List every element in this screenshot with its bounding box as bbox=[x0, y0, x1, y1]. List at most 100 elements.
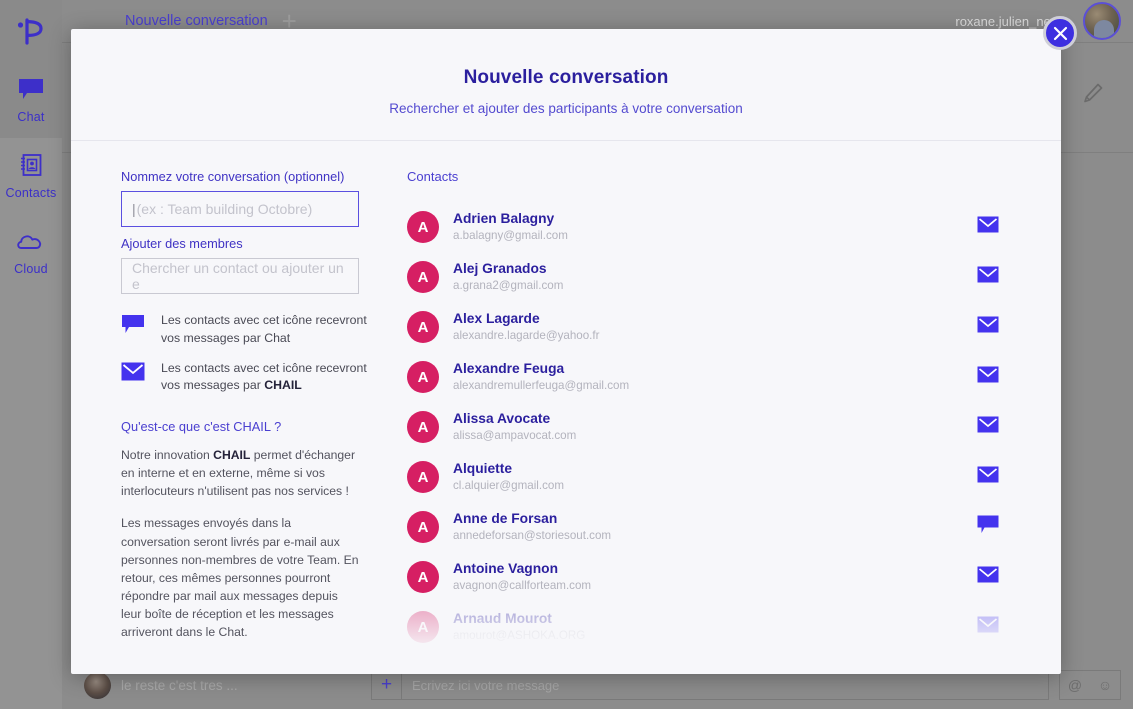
close-x-icon bbox=[1053, 26, 1067, 40]
mail-envelope-icon[interactable] bbox=[973, 466, 999, 488]
sidebar-item-contacts[interactable]: Contacts bbox=[0, 138, 62, 214]
sidebar-item-cloud[interactable]: Cloud bbox=[0, 214, 62, 290]
legend-text-chail-channel: CHAIL bbox=[264, 378, 302, 393]
contact-name: Alissa Avocate bbox=[453, 411, 551, 427]
contacts-label: Contacts bbox=[407, 169, 459, 184]
sidebar-item-label-contacts: Contacts bbox=[5, 186, 57, 200]
contact-name: Antoine Vagnon bbox=[453, 561, 559, 577]
contact-name: Anne de Forsan bbox=[453, 511, 558, 527]
contact-avatar: A bbox=[407, 211, 439, 243]
legend-text-chail: Les contacts avec cet icône recevront vo… bbox=[161, 360, 367, 396]
faq-p1-a: Notre innovation bbox=[121, 448, 214, 463]
contact-name: Alej Granados bbox=[453, 261, 547, 277]
cloud-icon bbox=[16, 226, 46, 256]
contact-email: a.grana2@gmail.com bbox=[453, 279, 564, 293]
contact-name: Alexandre Feuga bbox=[453, 361, 565, 377]
smiley-icon[interactable]: ☺ bbox=[1098, 677, 1112, 693]
page-title: Nouvelle conversation bbox=[463, 67, 669, 88]
contact-row[interactable]: A Alquiette cl.alquier@gmail.com bbox=[407, 452, 1013, 502]
search-contact-placeholder: Chercher un contact ou ajouter un e bbox=[132, 260, 344, 292]
contact-email: alexandre.lagarde@yahoo.fr bbox=[453, 329, 600, 343]
search-contact-input[interactable]: Chercher un contact ou ajouter un e bbox=[121, 258, 359, 294]
address-book-icon bbox=[18, 150, 44, 180]
at-icon[interactable]: @ bbox=[1068, 677, 1082, 693]
contact-row[interactable]: A Alex Lagarde alexandre.lagarde@yahoo.fr bbox=[407, 302, 1013, 352]
mail-envelope-icon[interactable] bbox=[973, 366, 999, 388]
mail-envelope-icon[interactable] bbox=[973, 416, 999, 438]
contact-email: a.balagny@gmail.com bbox=[453, 229, 568, 243]
contact-info: Adrien Balagny a.balagny@gmail.com bbox=[453, 210, 973, 244]
pencil-icon[interactable] bbox=[1081, 81, 1105, 110]
contact-info: Antoine Vagnon avagnon@callforteam.com bbox=[453, 560, 973, 594]
mail-envelope-icon bbox=[121, 360, 147, 386]
contact-row[interactable]: A Alej Granados a.grana2@gmail.com bbox=[407, 252, 1013, 302]
mail-envelope-icon[interactable] bbox=[973, 266, 999, 288]
contact-name: Alex Lagarde bbox=[453, 311, 540, 327]
message-input[interactable]: + Ecrivez ici votre message bbox=[371, 670, 1049, 700]
modal-header: Nouvelle conversation Rechercher et ajou… bbox=[71, 29, 1061, 141]
modal-subtitle: Rechercher et ajouter des participants à… bbox=[389, 101, 743, 116]
contact-info: Alex Lagarde alexandre.lagarde@yahoo.fr bbox=[453, 310, 973, 344]
contact-info: Alissa Avocate alissa@ampavocat.com bbox=[453, 410, 973, 444]
app-logo[interactable] bbox=[0, 0, 62, 62]
contact-avatar: A bbox=[407, 511, 439, 543]
contact-info: Alquiette cl.alquier@gmail.com bbox=[453, 460, 973, 494]
contact-info: Alexandre Feuga alexandremullerfeuga@gmai… bbox=[453, 360, 973, 394]
mail-envelope-icon[interactable] bbox=[973, 616, 999, 638]
new-conversation-modal: Nouvelle conversation Rechercher et ajou… bbox=[71, 29, 1061, 674]
contact-name: Alquiette bbox=[453, 461, 513, 477]
close-modal-button[interactable] bbox=[1043, 16, 1077, 50]
contact-info: Alej Granados a.grana2@gmail.com bbox=[453, 260, 973, 294]
faq-p1-b: CHAIL bbox=[213, 448, 251, 463]
conversation-name-label: Nommez votre conversation (optionnel) bbox=[121, 169, 345, 184]
contact-email: avagnon@callforteam.com bbox=[453, 579, 592, 593]
chat-bubble-icon bbox=[121, 312, 147, 339]
contact-row[interactable]: A Antoine Vagnon avagnon@callforteam.com bbox=[407, 552, 1013, 602]
contacts-list[interactable]: A Adrien Balagny a.balagny@gmail.com A Alej … bbox=[407, 202, 1013, 657]
tab-nouvelle-conversation[interactable]: Nouvelle conversation bbox=[125, 13, 268, 29]
contact-name: Adrien Balagny bbox=[453, 211, 555, 227]
chat-bubble-icon[interactable] bbox=[973, 515, 999, 539]
channel-legend: Les contacts avec cet icône recevront vo… bbox=[121, 312, 367, 395]
modal-body: Nommez votre conversation (optionnel) | … bbox=[71, 141, 1061, 657]
contact-email: cl.alquier@gmail.com bbox=[453, 479, 564, 493]
contact-email: alissa@ampavocat.com bbox=[453, 429, 577, 443]
chat-bubble-icon bbox=[18, 74, 44, 104]
left-sidebar: Chat Contacts Cloud bbox=[0, 0, 62, 709]
contact-email: alexandremullerfeuga@gmail.com bbox=[453, 379, 630, 393]
contact-row[interactable]: A Adrien Balagny a.balagny@gmail.com bbox=[407, 202, 1013, 252]
sidebar-item-label-cloud: Cloud bbox=[14, 262, 48, 276]
contact-row[interactable]: A Alissa Avocate alissa@ampavocat.com bbox=[407, 402, 1013, 452]
contact-row[interactable]: A Anne de Forsan annedeforsan@storiesout.c… bbox=[407, 502, 1013, 552]
mail-envelope-icon[interactable] bbox=[973, 216, 999, 238]
contact-row[interactable]: A Arnaud Mourot amourot@ASHOKA.ORG bbox=[407, 602, 1013, 652]
composer-tools: @ ☺ bbox=[1059, 670, 1121, 700]
conversation-name-input[interactable]: | (ex : Team building Octobre) bbox=[121, 191, 359, 227]
last-message-snippet: le reste c'est tres ... bbox=[121, 677, 238, 693]
contact-avatar: A bbox=[407, 411, 439, 443]
contact-avatar: A bbox=[407, 461, 439, 493]
contact-avatar: A bbox=[407, 611, 439, 643]
contact-avatar: A bbox=[407, 261, 439, 293]
mail-envelope-icon[interactable] bbox=[973, 566, 999, 588]
legend-text-chat-channel: Chat bbox=[264, 330, 291, 345]
mail-envelope-icon[interactable] bbox=[973, 316, 999, 338]
faq-title: Qu'est-ce que c'est CHAIL ? bbox=[121, 419, 282, 435]
legend-row-chat: Les contacts avec cet icône recevront vo… bbox=[121, 312, 367, 348]
contact-avatar: A bbox=[407, 361, 439, 393]
conversation-name-placeholder: (ex : Team building Octobre) bbox=[136, 201, 313, 217]
sidebar-item-chat[interactable]: Chat bbox=[0, 62, 62, 138]
contact-avatar: A bbox=[407, 561, 439, 593]
modal-left-pane: Nommez votre conversation (optionnel) | … bbox=[121, 169, 367, 657]
contact-avatar: A bbox=[407, 311, 439, 343]
sidebar-item-label-chat: Chat bbox=[17, 110, 45, 124]
avatar[interactable] bbox=[1083, 2, 1121, 40]
phonegroup-p-logo-icon bbox=[17, 18, 43, 45]
legend-row-chail: Les contacts avec cet icône recevront vo… bbox=[121, 360, 367, 396]
faq-paragraph-2: Les messages envoyés dans la conversatio… bbox=[121, 516, 359, 639]
contact-name: Arnaud Mourot bbox=[453, 611, 552, 627]
contact-email: amourot@ASHOKA.ORG bbox=[453, 629, 586, 643]
app-root: Chat Contacts Cloud Nouvelle conversatio… bbox=[0, 0, 1133, 709]
contact-row[interactable]: A Alexandre Feuga alexandremullerfeuga@gma… bbox=[407, 352, 1013, 402]
attach-plus-icon[interactable]: + bbox=[372, 670, 402, 700]
